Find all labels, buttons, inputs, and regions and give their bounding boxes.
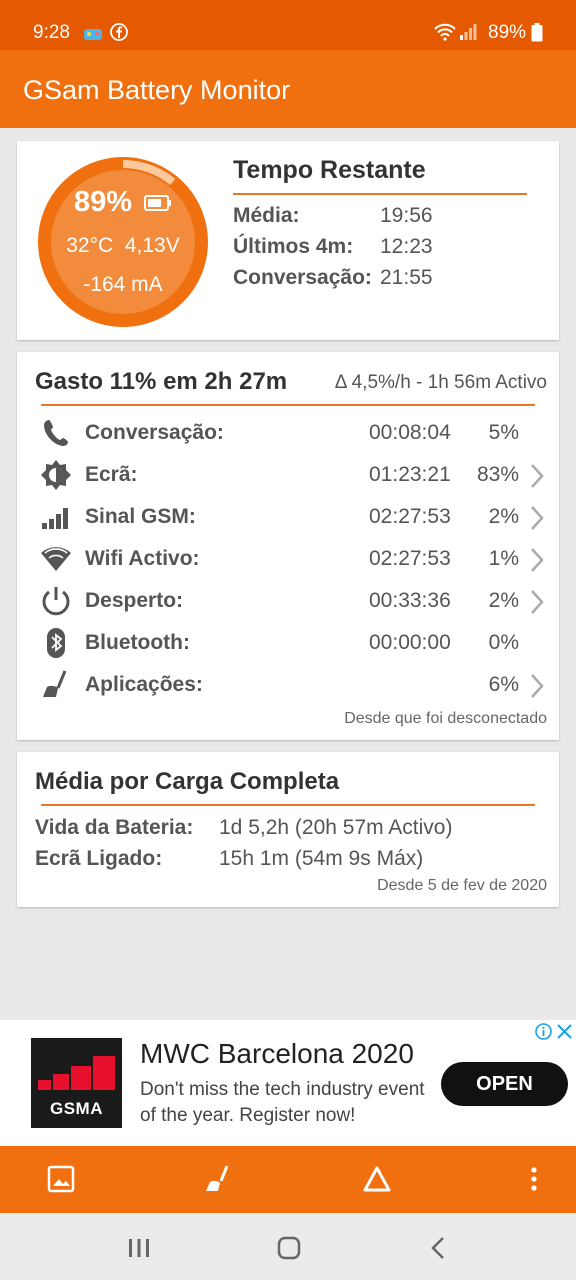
delta-icon[interactable] — [362, 1164, 392, 1194]
power-icon — [42, 587, 70, 616]
usage-footer: Desde que foi desconectado — [344, 710, 547, 727]
usage-label: Desperto: — [85, 589, 184, 612]
home-icon[interactable] — [275, 1234, 303, 1262]
divider — [41, 404, 535, 406]
average-value: 15h 1m (54m 9s Máx) — [219, 847, 424, 870]
gauge-voltage: 4,13V — [124, 234, 180, 257]
average-card: Média por Carga Completa Vida da Bateria… — [17, 752, 559, 907]
average-footer: Desde 5 de fev de 2020 — [377, 877, 547, 894]
chevron-right-icon[interactable] — [529, 673, 545, 699]
time-remaining-label: Média: — [233, 204, 300, 227]
signal-icon — [460, 24, 477, 40]
phone-icon — [44, 420, 68, 446]
usage-label: Sinal GSM: — [85, 505, 196, 528]
close-icon[interactable] — [556, 1023, 573, 1040]
usage-percent: 1% — [488, 547, 519, 570]
usage-label: Ecrã: — [85, 463, 138, 486]
chevron-right-icon[interactable] — [529, 463, 545, 489]
usage-percent: 2% — [488, 505, 519, 528]
usage-percent: 0% — [488, 631, 519, 654]
broom-icon[interactable] — [203, 1164, 233, 1194]
gauge-current: -164 mA — [83, 273, 163, 296]
average-title: Média por Carga Completa — [35, 768, 340, 795]
gsma-logo[interactable]: GSMA — [31, 1038, 122, 1128]
status-battery-percent: 89% — [488, 22, 527, 43]
time-remaining-label: Últimos 4m: — [233, 235, 354, 258]
usage-time: 02:27:53 — [369, 547, 451, 570]
usage-row-screen[interactable]: Ecrã: 01:23:21 83% — [17, 455, 559, 495]
usage-percent: 5% — [488, 421, 519, 444]
average-value: 1d 5,2h (20h 57m Activo) — [219, 816, 453, 839]
average-label: Ecrã Ligado: — [35, 847, 163, 870]
broom-icon — [43, 670, 67, 697]
usage-row-conversation[interactable]: Conversação: 00:08:04 5% — [17, 413, 559, 453]
summary-card[interactable]: 89% 32°C 4,13V -164 mA Tempo Restante Mé… — [17, 141, 559, 340]
gauge-percent: 89% — [73, 186, 132, 218]
chevron-right-icon[interactable] — [529, 547, 545, 573]
battery-gauge[interactable]: 89% 32°C 4,13V -164 mA — [37, 156, 209, 328]
usage-time: 01:23:21 — [369, 463, 451, 486]
average-label: Vida da Bateria: — [35, 816, 194, 839]
game-icon — [84, 29, 102, 40]
usage-label: Wifi Activo: — [85, 547, 200, 570]
usage-time: 02:27:53 — [369, 505, 451, 528]
ad-description[interactable]: Don't miss the tech industry event of th… — [140, 1077, 440, 1129]
ad-title[interactable]: MWC Barcelona 2020 — [140, 1038, 414, 1070]
bottom-action-bar — [0, 1146, 576, 1213]
system-nav-bar — [0, 1213, 576, 1280]
usage-row-gsm[interactable]: Sinal GSM: 02:27:53 2% — [17, 497, 559, 537]
usage-title: Gasto 11% em 2h 27m — [35, 368, 288, 395]
battery-level-icon — [144, 195, 172, 212]
usage-row-apps[interactable]: Aplicações: 6% — [17, 665, 559, 705]
usage-label: Bluetooth: — [85, 631, 190, 654]
recent-apps-icon[interactable] — [125, 1234, 153, 1262]
ad-banner[interactable]: GSMA MWC Barcelona 2020 Don't miss the t… — [0, 1020, 576, 1146]
time-remaining-label: Conversação: — [233, 266, 372, 289]
divider — [41, 804, 535, 806]
divider — [233, 193, 527, 195]
cell-signal-icon — [42, 508, 68, 529]
usage-time: 00:08:04 — [369, 421, 451, 444]
usage-percent: 83% — [476, 463, 519, 486]
gauge-temperature: 32°C — [66, 234, 114, 257]
usage-row-awake[interactable]: Desperto: 00:33:36 2% — [17, 581, 559, 621]
wifi-icon — [41, 547, 71, 571]
logo-text: GSMA — [50, 1099, 103, 1118]
chevron-right-icon[interactable] — [529, 505, 545, 531]
more-vert-icon[interactable] — [519, 1164, 549, 1194]
app-title: GSam Battery Monitor — [23, 75, 291, 105]
usage-row-wifi[interactable]: Wifi Activo: 02:27:53 1% — [17, 539, 559, 579]
usage-time: 00:33:36 — [369, 589, 451, 612]
usage-percent: 2% — [488, 589, 519, 612]
wifi-icon — [434, 23, 456, 41]
brightness-icon — [41, 460, 71, 490]
chevron-right-icon[interactable] — [529, 589, 545, 615]
usage-label: Aplicações: — [85, 673, 203, 696]
time-remaining-title: Tempo Restante — [233, 156, 426, 184]
time-remaining-value: 19:56 — [380, 204, 433, 227]
status-time: 9:28 — [33, 22, 70, 43]
app-bar: GSam Battery Monitor — [0, 50, 576, 128]
facebook-icon — [110, 23, 128, 41]
usage-label: Conversação: — [85, 421, 224, 444]
image-icon[interactable] — [46, 1164, 76, 1194]
usage-time: 00:00:00 — [369, 631, 451, 654]
time-remaining-value: 12:23 — [380, 235, 433, 258]
time-remaining-value: 21:55 — [380, 266, 433, 289]
battery-icon — [531, 23, 543, 42]
status-bar: 9:28 89% — [0, 0, 576, 50]
usage-rate: Δ 4,5%/h - 1h 56m Activo — [334, 372, 547, 393]
bluetooth-icon — [47, 628, 65, 658]
usage-row-bluetooth: Bluetooth: 00:00:00 0% — [17, 623, 559, 663]
info-icon[interactable] — [535, 1023, 552, 1040]
ad-open-button[interactable]: OPEN — [441, 1062, 568, 1106]
usage-percent: 6% — [488, 673, 519, 696]
usage-card: Gasto 11% em 2h 27m Δ 4,5%/h - 1h 56m Ac… — [17, 352, 559, 740]
back-icon[interactable] — [425, 1234, 453, 1262]
